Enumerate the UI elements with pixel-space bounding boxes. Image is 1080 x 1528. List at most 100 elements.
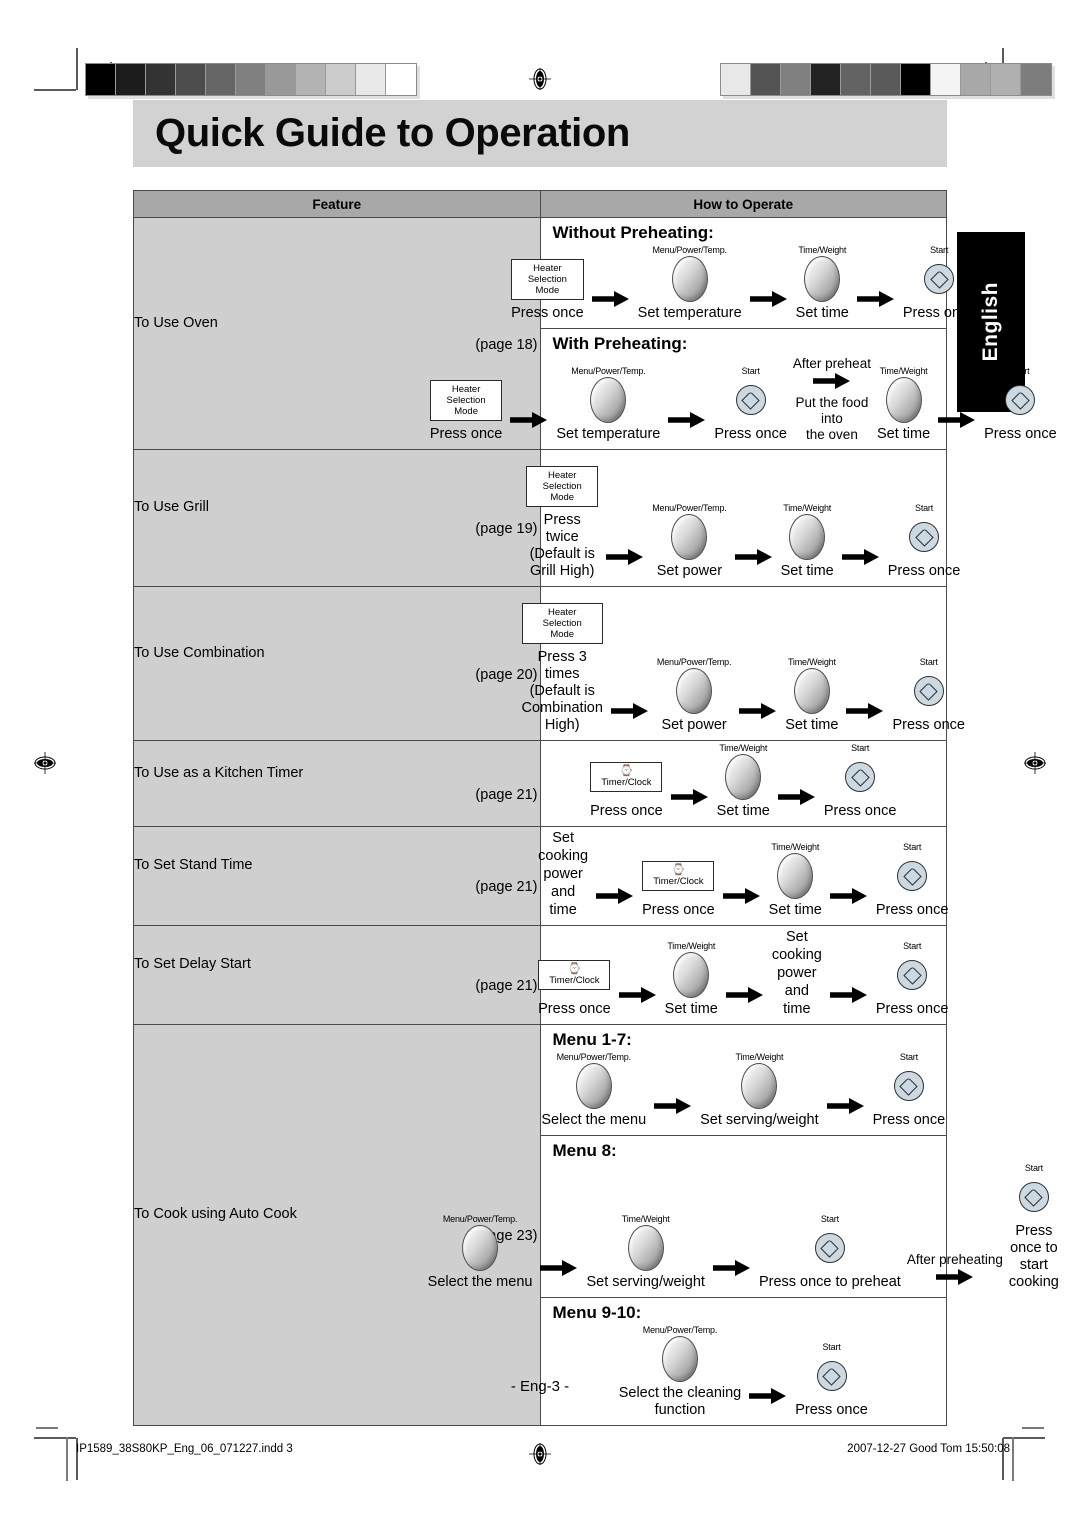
calibration-swatch — [811, 64, 841, 95]
operation-block: Set cooking power and time ⌚ Timer/Clock Pr… — [538, 827, 948, 925]
table-body: To Use Oven (page 18) Without Preheating: … — [133, 217, 1059, 1426]
operation-step: Time/Weight Set time — [717, 743, 770, 820]
operation-step: Heater Selection Mode Press once — [429, 366, 503, 443]
rotary-knob-icon[interactable] — [725, 754, 762, 800]
panel-button-icon[interactable]: Heater Selection Mode — [526, 465, 599, 507]
panel-button-icon[interactable]: Heater Selection Mode — [521, 602, 603, 644]
panel-button-icon[interactable]: ⌚ Timer/Clock — [590, 762, 663, 792]
rotary-knob-icon[interactable] — [676, 668, 713, 714]
arrow-label-above: After preheating — [906, 1252, 1003, 1267]
flow-arrow-icon — [705, 1245, 759, 1291]
table-row: To Cook using Auto Cook (page 23) Menu 1-7… — [133, 1024, 1059, 1426]
rotary-knob-icon[interactable] — [793, 668, 830, 714]
table-row: To Use as a Kitchen Timer (page 21) ⌚ Time… — [133, 740, 947, 827]
operation-block: With Preheating: Heater Selection Mode Pre… — [429, 329, 1057, 449]
step-caption: Set serving/weight — [700, 1112, 819, 1128]
step-caption: Press once — [642, 902, 715, 918]
start-diamond-glyph — [820, 1238, 840, 1258]
control-label: Time/Weight — [667, 941, 716, 951]
start-diamond-glyph — [1011, 390, 1030, 410]
panel-button-icon[interactable]: Heater Selection Mode — [511, 258, 584, 300]
flow-arrow-icon — [819, 1083, 873, 1129]
step-caption: Set time — [795, 305, 849, 321]
control-label: Menu/Power/Temp. — [656, 657, 732, 667]
operation-step: ⌚ Timer/Clock Press once — [590, 743, 663, 820]
step-instruction-text: Set cooking power and time — [538, 830, 589, 918]
control-label: Menu/Power/Temp. — [571, 366, 646, 376]
calibration-swatch — [721, 64, 751, 95]
rotary-knob-icon[interactable] — [671, 256, 708, 302]
start-button-icon[interactable] — [893, 1071, 924, 1101]
calibration-swatch — [236, 64, 266, 95]
calibration-swatch — [86, 64, 116, 95]
flow-arrow-icon — [930, 397, 984, 443]
control-label: Start — [903, 842, 922, 852]
operation-block-title: Menu 9-10: — [552, 1303, 642, 1322]
start-button-icon[interactable] — [909, 522, 940, 552]
feature-page-reference: (page 18) — [475, 336, 538, 353]
operation-block-title: Menu 8: — [552, 1141, 617, 1160]
start-button-icon[interactable] — [1018, 1182, 1049, 1212]
rotary-knob-icon[interactable] — [462, 1225, 499, 1271]
rotary-knob-icon[interactable] — [804, 256, 841, 302]
rotary-knob-icon[interactable] — [627, 1225, 664, 1271]
step-caption: Set time — [780, 563, 834, 579]
calibration-swatch — [961, 64, 991, 95]
panel-button-icon[interactable]: ⌚ Timer/Clock — [538, 960, 611, 990]
feature-name: To Set Stand Time — [134, 857, 253, 873]
start-diamond-glyph — [902, 866, 922, 886]
calibration-swatch — [841, 64, 871, 95]
calibration-swatch — [781, 64, 811, 95]
start-button-icon[interactable] — [897, 861, 928, 891]
panel-button-icon[interactable]: ⌚ Timer/Clock — [642, 861, 715, 891]
start-button-icon[interactable] — [1005, 385, 1036, 415]
panel-button-label-line2: Selection Mode — [542, 480, 582, 503]
operations-cell: Heater Selection Mode Press 3 times (Defaul… — [521, 586, 965, 741]
rotary-knob-icon[interactable] — [673, 952, 710, 998]
start-button-icon[interactable] — [814, 1233, 845, 1263]
flow-arrow-icon — [834, 534, 888, 580]
calibration-swatch — [116, 64, 146, 95]
crop-mark-bottom-left-h — [34, 1437, 76, 1439]
start-button-icon[interactable] — [735, 385, 766, 415]
operation-block: Heater Selection Mode Press 3 times (Defaul… — [521, 587, 965, 740]
rotary-knob-icon[interactable] — [777, 853, 814, 899]
rotary-knob-icon[interactable] — [671, 514, 708, 560]
start-button-icon[interactable] — [913, 676, 944, 706]
calibration-swatch — [146, 64, 176, 95]
control-label: Start — [930, 245, 949, 255]
flow-arrow-icon — [646, 1083, 700, 1129]
step-caption: Press once to preheat — [758, 1274, 901, 1290]
rotary-knob-icon[interactable] — [885, 377, 922, 423]
start-button-icon[interactable] — [845, 762, 876, 792]
control-label: Start — [915, 503, 934, 513]
step-caption: Press once — [714, 426, 787, 442]
start-button-icon[interactable] — [924, 264, 955, 294]
rotary-knob-icon[interactable] — [590, 377, 627, 423]
flow-arrow-icon — [935, 1268, 974, 1291]
flow-arrow-icon — [532, 1245, 586, 1291]
feature-name: To Set Delay Start — [134, 956, 251, 972]
operation-step: Time/Weight Set serving/weight — [700, 1052, 818, 1129]
flow-arrow-icon — [849, 276, 903, 322]
control-label: Start — [919, 657, 938, 667]
calibration-swatch — [1021, 64, 1051, 95]
rotary-knob-icon[interactable] — [575, 1063, 612, 1109]
footer-divider-left — [66, 1437, 68, 1481]
rotary-knob-icon[interactable] — [741, 1063, 778, 1109]
control-label: Time/Weight — [879, 366, 928, 376]
panel-button-label-line2: Timer/Clock — [653, 876, 704, 887]
table-row: To Use Oven (page 18) Without Preheating: … — [133, 217, 1057, 450]
step-caption: Press 3 times (Default is Combination Hig… — [521, 649, 603, 733]
start-button-icon[interactable] — [897, 960, 928, 990]
panel-button-label-line1: Heater — [451, 383, 481, 395]
rotary-knob-icon[interactable] — [661, 1336, 698, 1382]
step-caption: Set serving/weight — [586, 1274, 705, 1290]
panel-button-icon[interactable]: Heater Selection Mode — [429, 379, 503, 421]
rotary-knob-icon[interactable] — [789, 514, 826, 560]
operations-cell: Set cooking power and time ⌚ Timer/Clock Pr… — [538, 826, 948, 926]
step-caption: Press once — [902, 305, 976, 321]
control-label: Start — [741, 366, 760, 376]
flow-arrow-icon — [770, 774, 824, 820]
flow-arrow-icon — [731, 688, 785, 734]
